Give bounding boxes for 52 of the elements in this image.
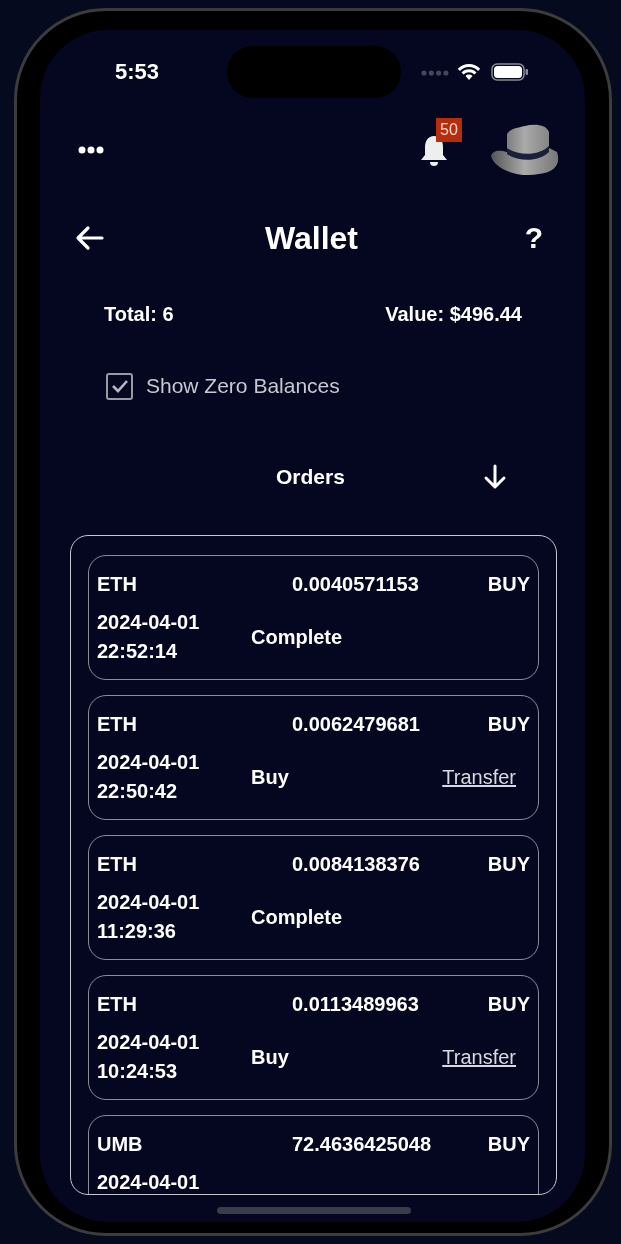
order-amount: 72.4636425048 [292,1132,433,1157]
order-status: Buy [251,1046,289,1068]
order-symbol: ETH [97,712,138,737]
wifi-icon [457,63,481,81]
order-date: 2024-04-01 [97,890,201,915]
order-status: Complete [251,906,343,928]
order-symbol: ETH [97,572,138,597]
help-button[interactable]: ? [519,223,549,253]
order-card[interactable]: ETH 0.0084138376 BUY 2024-04-01 11:29:36 Complete [88,835,539,960]
order-date: 2024-04-01 [97,610,201,635]
order-symbol: ETH [97,852,138,877]
total-value: Value: $496.44 [385,302,522,327]
notification-badge: 50 [436,118,462,142]
show-zero-balances-checkbox[interactable]: Show Zero Balances [106,368,340,404]
order-side: BUY [487,992,530,1017]
order-card[interactable]: ETH 0.0040571153 BUY 2024-04-01 22:52:14 Complete [88,555,539,680]
hat-icon[interactable] [489,122,561,178]
order-status: Complete [251,626,343,648]
order-symbol: ETH [97,992,138,1017]
transfer-link[interactable]: Transfer [442,762,516,792]
more-icon[interactable] [78,146,104,154]
order-status: Buy [251,766,289,788]
checkmark-icon [110,379,129,393]
checkbox-box[interactable] [106,372,133,400]
order-time: 22:50:42 [97,779,179,804]
order-side: BUY [487,852,530,877]
order-date: 2024-04-01 [97,750,201,775]
order-symbol: UMB [97,1132,144,1157]
signal-icon [421,70,449,76]
order-date: 2024-04-01 [97,1030,201,1055]
order-amount: 0.0113489963 [292,992,420,1017]
order-amount: 0.0062479681 [292,712,421,737]
order-side: BUY [487,572,530,597]
transfer-link[interactable]: Transfer [442,1042,516,1072]
back-arrow-icon[interactable] [74,225,104,251]
battery-icon [491,63,529,81]
orders-heading: Orders [276,464,345,491]
order-card[interactable]: ETH 0.0062479681 BUY 2024-04-01 22:50:42 Buy Transfer [88,695,539,820]
order-time: 22:52:14 [97,639,179,664]
order-card[interactable]: ETH 0.0113489963 BUY 2024-04-01 10:24:53 Buy Transfer [88,975,539,1100]
total-count: Total: 6 [104,302,174,327]
page-title: Wallet [263,219,359,258]
status-time: 5:53 [115,58,160,86]
order-side: BUY [487,712,530,737]
order-side: BUY [487,1132,530,1157]
order-amount: 0.0040571153 [292,572,420,597]
order-time: 11:29:36 [97,919,177,944]
bell-icon[interactable] [419,134,449,166]
order-date: 2024-04-01 [97,1170,201,1194]
order-time: 10:24:53 [97,1059,179,1084]
down-arrow-icon[interactable] [483,464,507,490]
order-amount: 0.0084138376 [292,852,421,877]
